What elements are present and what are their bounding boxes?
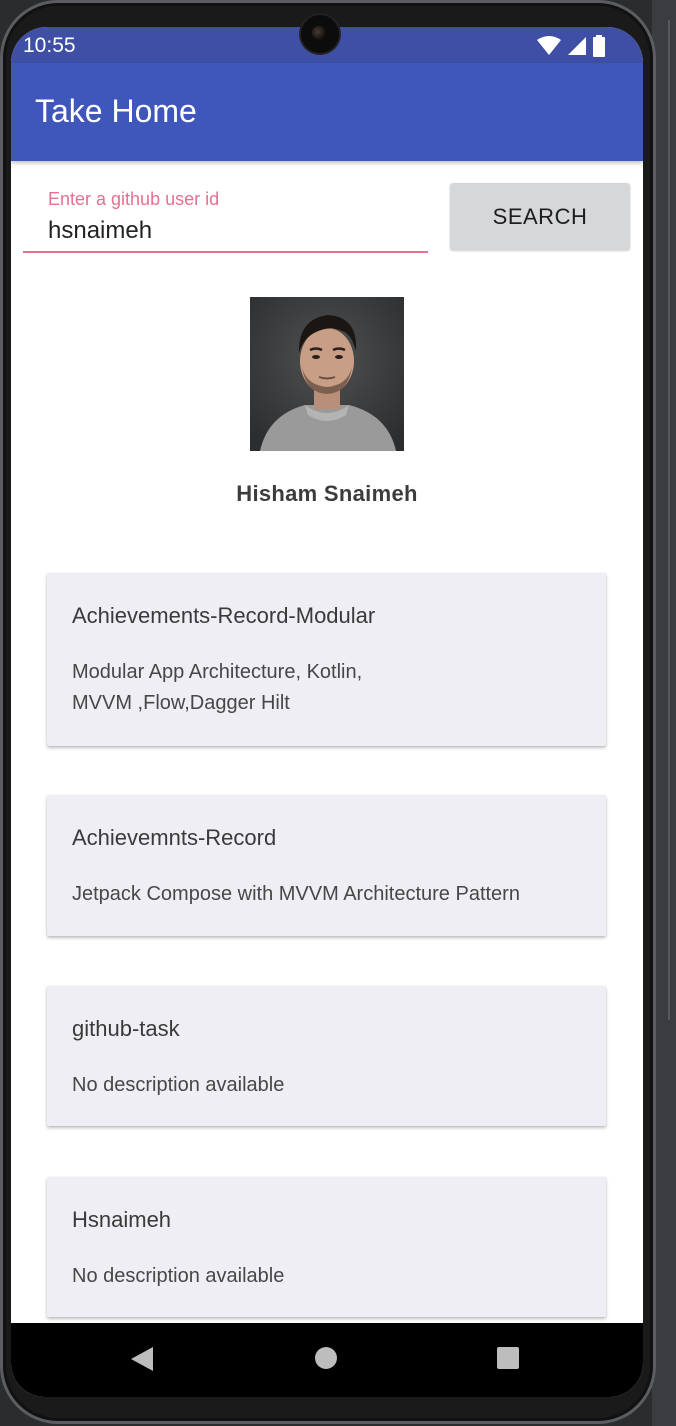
wifi-icon [537, 36, 561, 55]
repo-description-line: No description available [72, 1265, 285, 1287]
repo-description-line: Modular App Architecture, Kotlin, [72, 661, 363, 683]
back-icon[interactable] [131, 1347, 153, 1371]
cell-signal-icon [568, 37, 586, 55]
phone-screen: 10:55 Take Home Enter a github user id S… [11, 27, 643, 1397]
repo-card[interactable]: Hsnaimeh No description available [47, 1177, 606, 1317]
repo-card[interactable]: Achievemnts-Record Jetpack Compose with … [47, 795, 606, 936]
search-field-label: Enter a github user id [48, 189, 220, 209]
home-icon[interactable] [315, 1347, 337, 1369]
status-time: 10:55 [23, 34, 76, 57]
repo-description-line: MVVM ,Flow,Dagger Hilt [72, 692, 290, 714]
repo-description: No description available [72, 1261, 472, 1292]
user-name: Hisham Snaimeh [236, 481, 418, 506]
search-area: Enter a github user id SEARCH [11, 161, 643, 271]
repo-description-line: No description available [72, 1074, 285, 1096]
navigation-bar [11, 1323, 643, 1397]
repo-description: No description available [72, 1070, 472, 1101]
status-icons [537, 35, 605, 57]
repo-title: github-task [72, 1016, 180, 1041]
phone-frame: 10:55 Take Home Enter a github user id S… [0, 0, 656, 1424]
app-title: Take Home [35, 93, 197, 129]
repo-card[interactable]: Achievements-Record-Modular Modular App … [47, 573, 606, 746]
repo-card[interactable]: github-task No description available [47, 986, 606, 1126]
repo-description: Jetpack Compose with MVVM Architecture P… [72, 879, 592, 910]
ide-divider [668, 20, 670, 1020]
github-user-id-input[interactable] [23, 211, 428, 253]
recents-icon[interactable] [497, 1347, 519, 1369]
repo-description: Modular App Architecture, Kotlin, MVVM ,… [72, 657, 472, 719]
battery-icon [593, 35, 605, 57]
app-bar: Take Home [11, 63, 643, 161]
repo-title: Achievemnts-Record [72, 825, 277, 850]
avatar [250, 297, 404, 451]
repo-title: Hsnaimeh [72, 1207, 172, 1232]
avatar-portrait-image [250, 297, 404, 451]
search-button[interactable]: SEARCH [450, 183, 630, 250]
repo-title: Achievements-Record-Modular [72, 603, 376, 628]
front-camera [301, 15, 339, 53]
repo-description-line: Jetpack Compose with MVVM Architecture P… [72, 883, 520, 905]
